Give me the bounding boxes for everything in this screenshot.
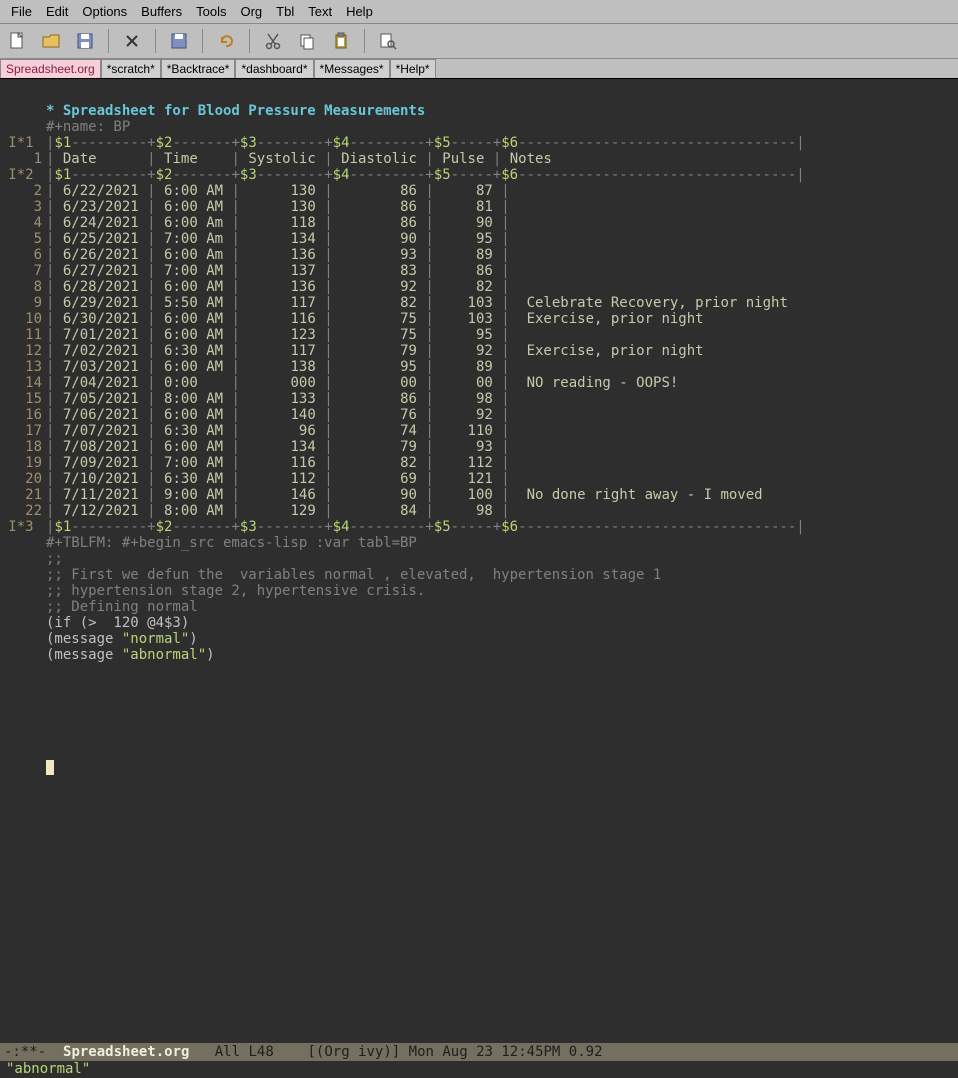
undo-icon[interactable] bbox=[213, 28, 239, 54]
menu-options[interactable]: Options bbox=[75, 2, 134, 21]
paste-icon[interactable] bbox=[328, 28, 354, 54]
separator bbox=[364, 29, 365, 53]
menu-buffers[interactable]: Buffers bbox=[134, 2, 189, 21]
separator bbox=[202, 29, 203, 53]
menu-org[interactable]: Org bbox=[233, 2, 269, 21]
tab[interactable]: *Help* bbox=[390, 59, 436, 78]
menu-bar: FileEditOptionsBuffersToolsOrgTblTextHel… bbox=[0, 0, 958, 24]
search-icon[interactable] bbox=[375, 28, 401, 54]
tab[interactable]: *scratch* bbox=[101, 59, 161, 78]
menu-text[interactable]: Text bbox=[301, 2, 339, 21]
mode-line: -:**- Spreadsheet.org All L48 [(Org ivy)… bbox=[0, 1043, 958, 1061]
tab[interactable]: *dashboard* bbox=[235, 59, 313, 78]
menu-edit[interactable]: Edit bbox=[39, 2, 75, 21]
text-cursor bbox=[46, 760, 54, 775]
tab[interactable]: *Backtrace* bbox=[161, 59, 236, 78]
minibuffer[interactable]: "abnormal" bbox=[0, 1060, 958, 1078]
menu-file[interactable]: File bbox=[4, 2, 39, 21]
menu-help[interactable]: Help bbox=[339, 2, 380, 21]
separator bbox=[155, 29, 156, 53]
menu-tools[interactable]: Tools bbox=[189, 2, 233, 21]
new-file-icon[interactable] bbox=[4, 28, 30, 54]
save-as-icon[interactable] bbox=[166, 28, 192, 54]
menu-tbl[interactable]: Tbl bbox=[269, 2, 301, 21]
tab[interactable]: *Messages* bbox=[314, 59, 390, 78]
separator bbox=[249, 29, 250, 53]
tab-bar: Spreadsheet.org*scratch**Backtrace**dash… bbox=[0, 59, 958, 79]
separator bbox=[108, 29, 109, 53]
save-file-icon[interactable] bbox=[72, 28, 98, 54]
open-file-icon[interactable] bbox=[38, 28, 64, 54]
toolbar bbox=[0, 24, 958, 59]
editor-area[interactable]: * Spreadsheet for Blood Pressure Measure… bbox=[0, 79, 958, 775]
copy-icon[interactable] bbox=[294, 28, 320, 54]
cut-icon[interactable] bbox=[260, 28, 286, 54]
tab[interactable]: Spreadsheet.org bbox=[0, 59, 101, 78]
close-icon[interactable] bbox=[119, 28, 145, 54]
